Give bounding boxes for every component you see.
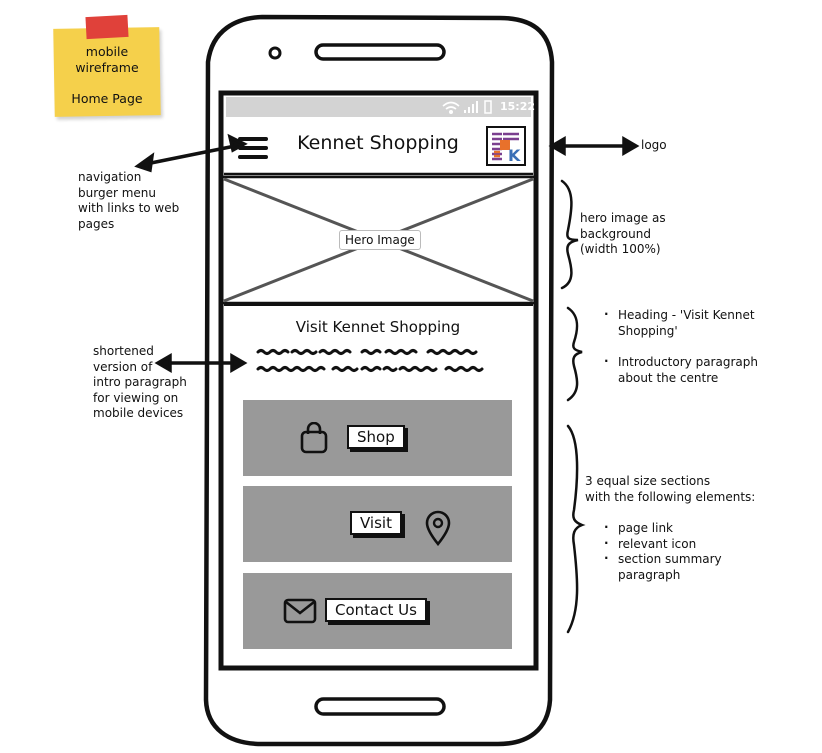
annotation-nav: navigation burger menu with links to web… bbox=[78, 170, 180, 231]
signal-icon bbox=[464, 101, 478, 113]
wifi-icon bbox=[442, 101, 460, 115]
site-logo[interactable]: K bbox=[486, 126, 526, 166]
list-item: section summary paragraph bbox=[602, 551, 742, 583]
list-item: Heading - 'Visit Kennet Shopping' bbox=[602, 307, 772, 339]
visit-link-button[interactable]: Visit bbox=[350, 511, 402, 535]
shop-link-button[interactable]: Shop bbox=[347, 425, 405, 449]
site-title: Kennet Shopping bbox=[297, 132, 459, 154]
svg-text:K: K bbox=[508, 146, 521, 164]
map-pin-icon bbox=[425, 510, 451, 546]
annotation-sections-list: page link relevant icon section summary … bbox=[602, 520, 742, 583]
annotation-sections-title: 3 equal size sections with the following… bbox=[585, 474, 756, 504]
annotation-braces bbox=[560, 179, 586, 634]
sticky-note-text: mobile wireframe Home Page bbox=[58, 44, 156, 107]
section-visit: Visit bbox=[243, 486, 512, 562]
sticky-line-1: mobile bbox=[85, 44, 129, 59]
list-item: Introductory paragraph about the centre bbox=[602, 354, 772, 386]
intro-paragraph-placeholder bbox=[256, 349, 484, 372]
shopping-bag-icon bbox=[300, 422, 328, 454]
annotation-intro-short: shortened version of intro paragraph for… bbox=[93, 344, 187, 420]
annotation-logo: logo bbox=[641, 138, 667, 152]
battery-icon bbox=[484, 100, 492, 114]
speaker-slot bbox=[314, 43, 446, 61]
burger-menu-icon[interactable] bbox=[238, 135, 270, 161]
envelope-icon bbox=[283, 598, 317, 624]
intro-heading: Visit Kennet Shopping bbox=[295, 318, 461, 336]
contact-link-button[interactable]: Contact Us bbox=[325, 598, 427, 622]
annotation-hero: hero image as background (width 100%) bbox=[580, 211, 666, 256]
section-shop: Shop bbox=[243, 400, 512, 476]
hero-image-label: Hero Image bbox=[339, 230, 421, 250]
list-item: page link bbox=[602, 520, 742, 537]
sticky-line-3: Home Page bbox=[71, 91, 143, 106]
logo-icon: K bbox=[490, 130, 522, 165]
status-time: 15:22 bbox=[500, 100, 536, 113]
section-contact: Contact Us bbox=[243, 573, 512, 649]
list-item: relevant icon bbox=[602, 536, 742, 553]
home-slot bbox=[314, 697, 446, 716]
sticky-tape bbox=[85, 14, 129, 40]
status-icons bbox=[442, 100, 492, 115]
annotation-heading-list: Heading - 'Visit Kennet Shopping' Introd… bbox=[602, 307, 772, 386]
camera-dot bbox=[268, 46, 282, 60]
sticky-line-2: wireframe bbox=[75, 60, 139, 75]
